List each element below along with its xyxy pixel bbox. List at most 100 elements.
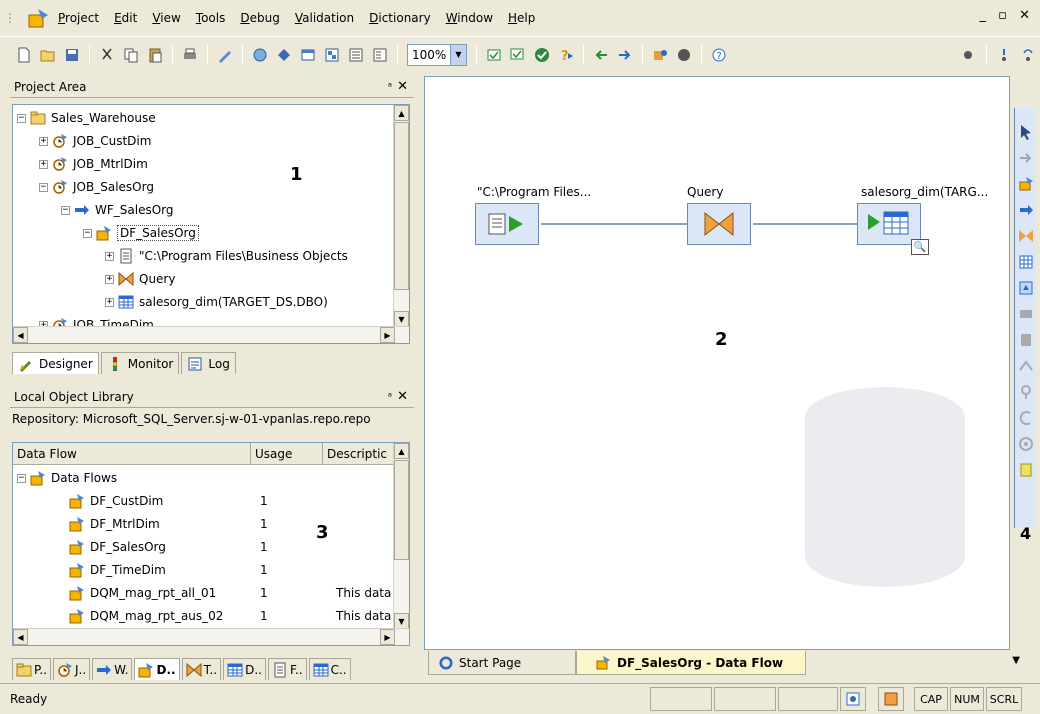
- menu-help[interactable]: Help: [508, 11, 535, 25]
- scroll-left-icon[interactable]: ◀: [13, 327, 28, 343]
- menu-dictionary[interactable]: Dictionary: [369, 11, 431, 25]
- collapse-icon[interactable]: −: [17, 473, 26, 483]
- expand-icon[interactable]: +: [39, 136, 48, 146]
- menu-view[interactable]: View: [152, 11, 180, 25]
- pin-icon[interactable]: ᵃ: [388, 80, 392, 93]
- dataflow-icon[interactable]: [1018, 176, 1034, 192]
- menu-project[interactable]: Project: [58, 11, 99, 25]
- tab-monitor[interactable]: Monitor: [100, 352, 180, 374]
- validate-all-icon[interactable]: [508, 45, 528, 65]
- source-node[interactable]: [475, 203, 539, 245]
- project-tree-hscroll[interactable]: ◀ ▶: [13, 326, 409, 343]
- debug-step-icon[interactable]: [959, 45, 979, 65]
- print-icon[interactable]: [180, 45, 200, 65]
- column-header-usage[interactable]: Usage: [251, 443, 323, 465]
- scroll-down-icon[interactable]: ▼: [394, 613, 409, 629]
- object-library-icon[interactable]: [250, 45, 270, 65]
- scroll-right-icon[interactable]: ▶: [380, 629, 395, 645]
- expand-icon[interactable]: +: [39, 159, 48, 169]
- library-tab[interactable]: W.: [92, 658, 133, 680]
- workflow-icon[interactable]: [1018, 202, 1034, 218]
- edit-tool-icon[interactable]: [215, 45, 235, 65]
- pointer-icon[interactable]: [1018, 124, 1034, 140]
- library-vscroll[interactable]: ▲ ▼: [393, 443, 409, 629]
- scroll-left-icon[interactable]: ◀: [13, 629, 28, 645]
- help-query-icon[interactable]: ?: [556, 45, 576, 65]
- scroll-thumb[interactable]: [394, 122, 409, 290]
- workspace-canvas[interactable]: "C:\Program Files... Query salesorg_dim(…: [424, 76, 1010, 650]
- pin-icon[interactable]: ᵃ: [388, 390, 392, 403]
- template-icon[interactable]: [650, 45, 670, 65]
- tree-item[interactable]: + salesorg_dim(TARGET_DS.DBO): [105, 291, 328, 313]
- close-icon[interactable]: ✕: [397, 79, 408, 94]
- template-table-icon[interactable]: [1018, 280, 1034, 296]
- while-loop-icon[interactable]: [1018, 410, 1034, 426]
- job-status-icon[interactable]: [840, 687, 866, 711]
- library-tab[interactable]: T..: [181, 658, 222, 680]
- library-tab[interactable]: P..: [12, 658, 51, 680]
- properties-icon[interactable]: [370, 45, 390, 65]
- tree-item[interactable]: − Sales_Warehouse: [17, 107, 156, 129]
- new-icon[interactable]: [14, 45, 34, 65]
- step-over-icon[interactable]: [1018, 45, 1038, 65]
- expand-icon[interactable]: +: [105, 274, 114, 284]
- menu-validation[interactable]: Validation: [295, 11, 354, 25]
- scroll-up-icon[interactable]: ▲: [394, 443, 409, 459]
- arrow-right-icon[interactable]: [1018, 150, 1034, 166]
- tree-item[interactable]: − JOB_SalesOrg: [39, 176, 154, 198]
- annotation-circle-icon[interactable]: [1018, 436, 1034, 452]
- script-icon[interactable]: [1018, 306, 1034, 322]
- variables-icon[interactable]: [298, 45, 318, 65]
- table-row[interactable]: DF_TimeDim 1: [13, 559, 395, 581]
- workspace-icon[interactable]: [322, 45, 342, 65]
- close-icon[interactable]: ✕: [397, 389, 408, 404]
- palette-toggle-icon[interactable]: [878, 687, 904, 711]
- query-node[interactable]: [687, 203, 751, 245]
- library-hscroll[interactable]: ◀ ▶: [13, 628, 409, 645]
- tree-item[interactable]: + JOB_MtrlDim: [39, 153, 148, 175]
- table-row[interactable]: DF_SalesOrg 1: [13, 536, 395, 558]
- table-row[interactable]: DQM_mag_rpt_all_01 1 This data: [13, 582, 395, 604]
- collapse-icon[interactable]: −: [39, 182, 48, 192]
- tab-list-dropdown-icon[interactable]: ▼: [1012, 655, 1020, 666]
- tree-item[interactable]: + "C:\Program Files\Business Objects: [105, 245, 348, 267]
- save-icon[interactable]: [62, 45, 82, 65]
- catch-icon[interactable]: [1018, 384, 1034, 400]
- conditional-icon[interactable]: [1018, 332, 1034, 348]
- menu-tools[interactable]: Tools: [196, 11, 226, 25]
- tab-designer[interactable]: Designer: [12, 352, 99, 374]
- copy-icon[interactable]: [121, 45, 141, 65]
- list-item-root[interactable]: − Data Flows: [17, 467, 117, 489]
- table-row[interactable]: DQM_mag_rpt_aus_02 1 This data: [13, 605, 395, 627]
- menu-debug[interactable]: Debug: [240, 11, 279, 25]
- cut-icon[interactable]: [97, 45, 117, 65]
- scroll-up-icon[interactable]: ▲: [394, 105, 409, 121]
- forward-icon[interactable]: [615, 45, 635, 65]
- collapse-icon[interactable]: −: [17, 113, 26, 123]
- tree-item[interactable]: − DF_SalesOrg: [83, 222, 199, 244]
- table-row[interactable]: DF_MtrlDim 1: [13, 513, 395, 535]
- scroll-right-icon[interactable]: ▶: [380, 327, 395, 343]
- menu-window[interactable]: Window: [446, 11, 493, 25]
- step-into-icon[interactable]: [994, 45, 1014, 65]
- column-header-dataflow[interactable]: Data Flow: [13, 443, 251, 465]
- project-area-icon[interactable]: [274, 45, 294, 65]
- back-icon[interactable]: [591, 45, 611, 65]
- chevron-down-icon[interactable]: ▼: [450, 44, 466, 65]
- note-icon[interactable]: [1018, 462, 1034, 478]
- menu-edit[interactable]: Edit: [114, 11, 137, 25]
- expand-icon[interactable]: +: [105, 297, 114, 307]
- output-icon[interactable]: [346, 45, 366, 65]
- paste-icon[interactable]: [145, 45, 165, 65]
- magnify-icon[interactable]: 🔍: [911, 239, 929, 255]
- try-icon[interactable]: [1018, 358, 1034, 374]
- project-tree-vscroll[interactable]: ▲ ▼: [393, 105, 409, 327]
- tree-item[interactable]: − WF_SalesOrg: [61, 199, 174, 221]
- open-icon[interactable]: [38, 45, 58, 65]
- expand-icon[interactable]: +: [105, 251, 114, 261]
- query-icon[interactable]: [1018, 228, 1034, 244]
- collapse-icon[interactable]: −: [61, 205, 70, 215]
- check-icon[interactable]: [532, 45, 552, 65]
- help-icon[interactable]: ?: [709, 45, 729, 65]
- collapse-icon[interactable]: −: [83, 228, 92, 238]
